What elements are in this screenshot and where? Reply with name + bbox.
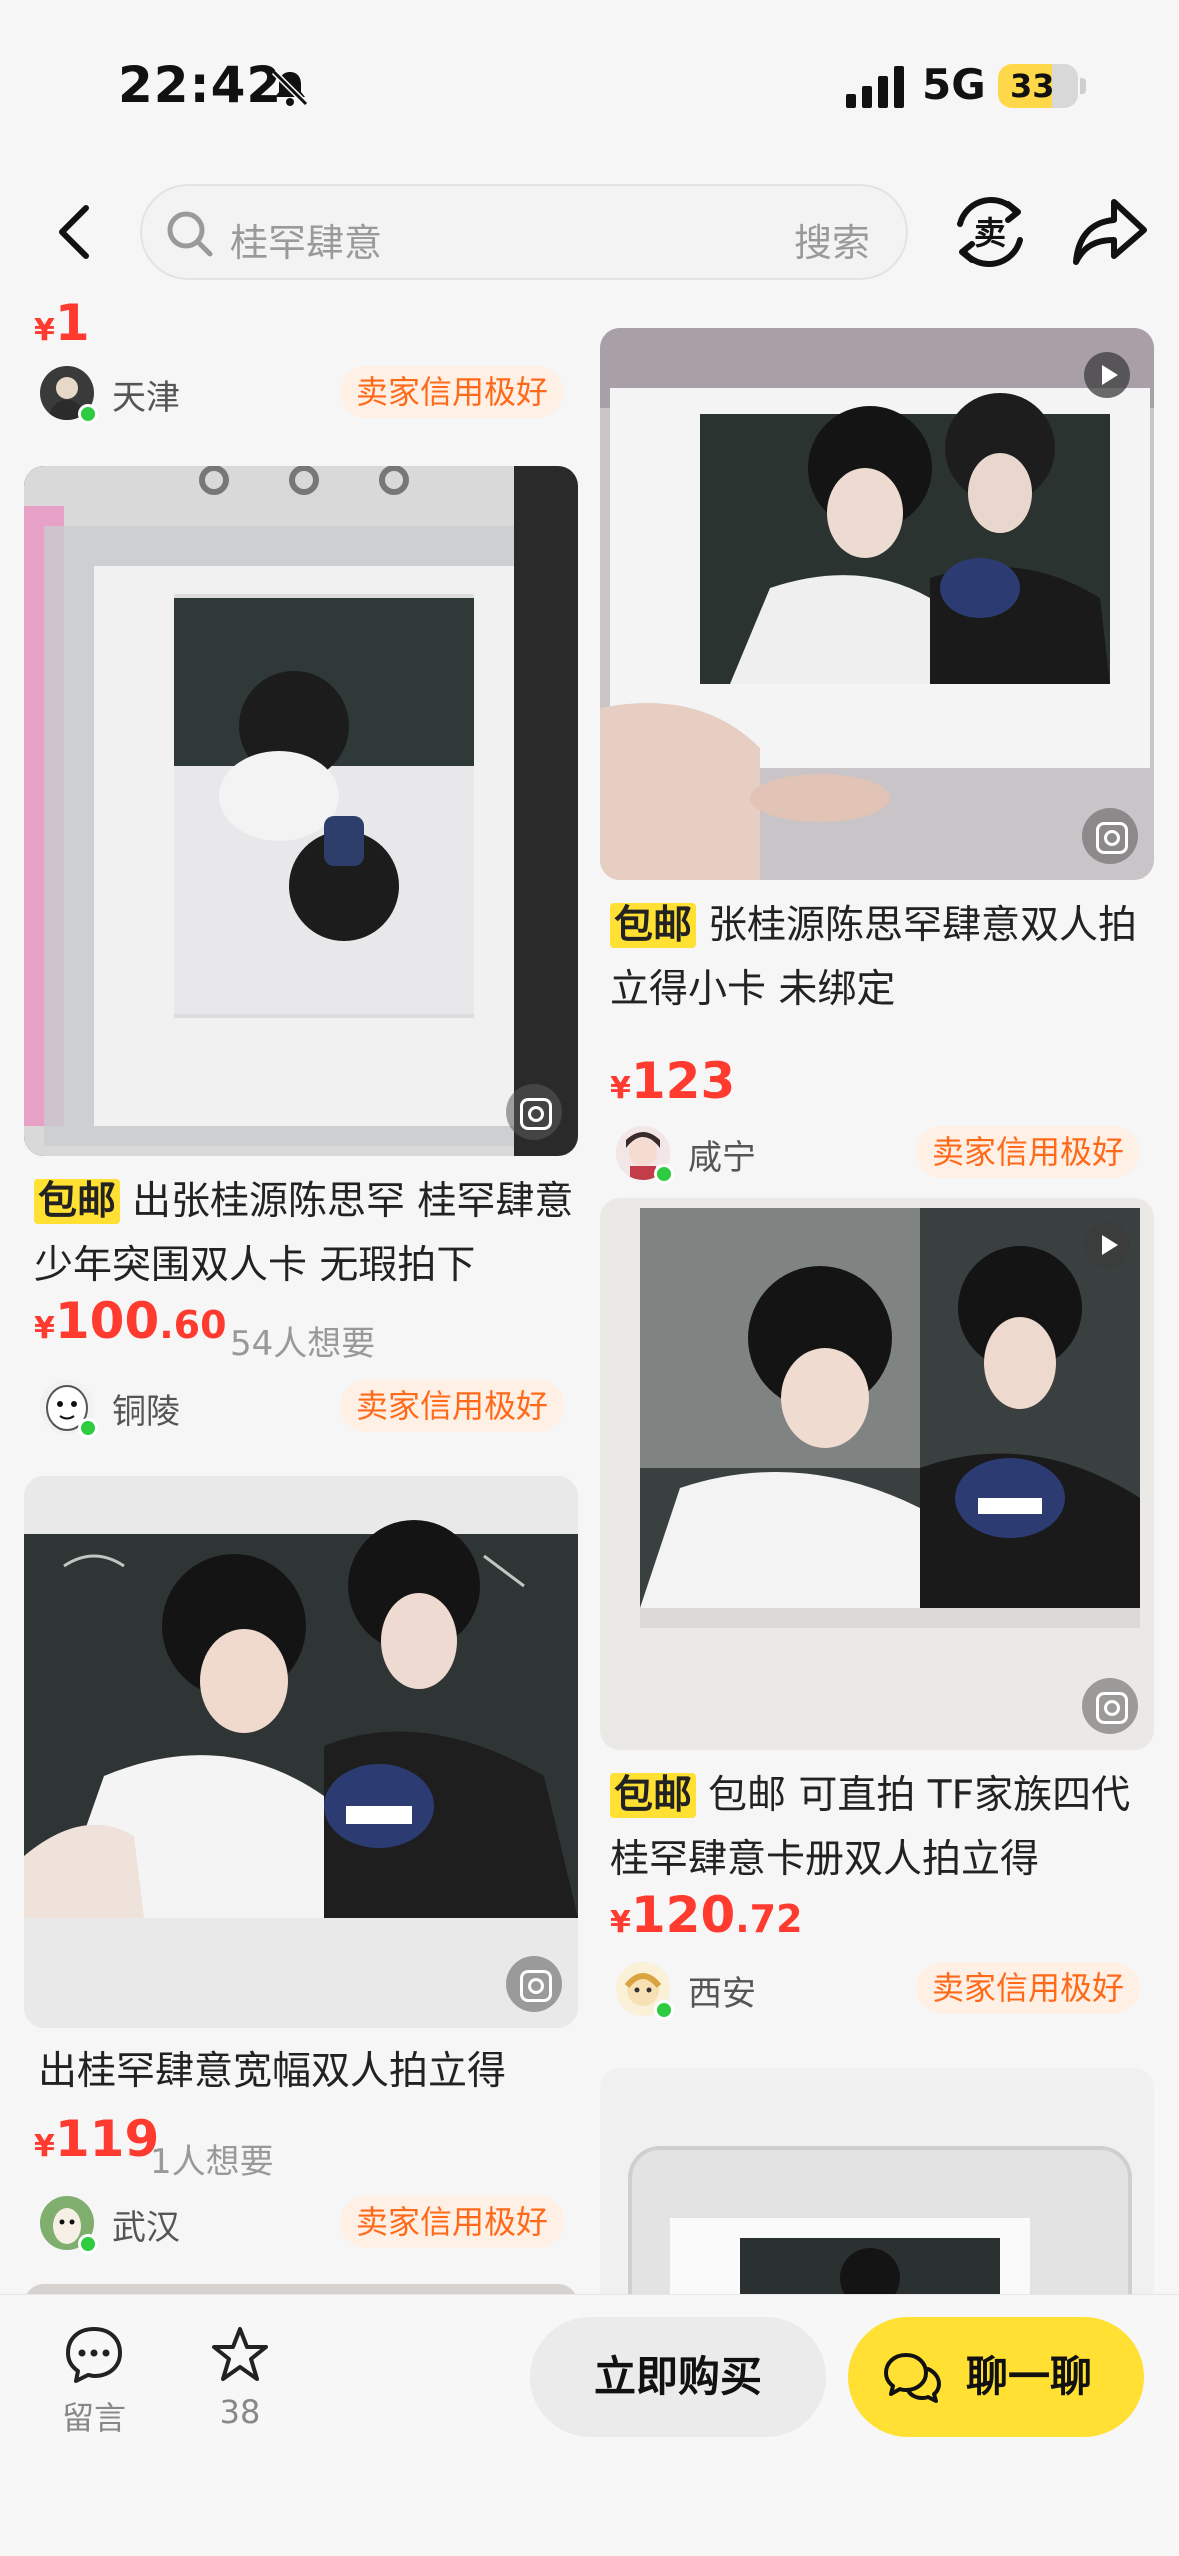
product-card[interactable] — [600, 2068, 1154, 2294]
image-search-icon[interactable] — [506, 1084, 562, 1140]
image-search-icon[interactable] — [1082, 808, 1138, 864]
free-shipping-tag: 包邮 — [34, 1179, 121, 1224]
status-bar: 22:42 5G 33 — [0, 0, 1179, 160]
search-placeholder: 桂罕肆意 — [230, 221, 383, 265]
online-dot — [78, 2234, 98, 2254]
online-dot — [78, 1418, 98, 1438]
product-price: ¥100.60 — [34, 1292, 227, 1350]
product-title: 包邮 出张桂源陈思罕 桂罕肆意少年突围双人卡 无瑕拍下 — [34, 1179, 574, 1288]
bottom-action-bar: 留言 38 立即购买 聊一聊 — [0, 2294, 1179, 2556]
product-title: 包邮 张桂源陈思罕肆意双人拍立得小卡 未绑定 — [610, 903, 1138, 1012]
product-price: ¥1 — [34, 300, 90, 352]
product-price: ¥119 — [34, 2110, 160, 2168]
online-dot — [654, 1164, 674, 1184]
battery-indicator: 33 — [998, 64, 1078, 108]
search-header: 桂罕肆意 搜索 卖 — [0, 160, 1179, 300]
video-play-icon[interactable] — [1084, 1222, 1130, 1268]
comment-label: 留言 — [61, 2399, 126, 2437]
product-image — [24, 1476, 578, 2028]
seller-info: 武汉 卖家信用极好 — [40, 2196, 564, 2256]
product-price: ¥123 — [610, 1052, 736, 1110]
status-time: 22:42 — [118, 56, 283, 114]
seller-info: 西安 卖家信用极好 — [616, 1962, 1140, 2022]
favorite-button[interactable]: 38 — [200, 2323, 280, 2431]
network-type: 5G — [922, 60, 986, 109]
bell-slash-icon — [271, 69, 309, 107]
search-button[interactable]: 搜索 — [794, 212, 870, 267]
product-card[interactable]: 包邮 包邮 可直拍 TF家族四代桂罕肆意卡册双人拍立得 ¥120.72 西安 卖家… — [600, 1198, 1154, 2020]
seller-info: 咸宁 卖家信用极好 — [616, 1126, 1140, 1186]
sell-icon[interactable]: 卖 — [948, 190, 1032, 274]
share-icon[interactable] — [1070, 194, 1150, 270]
seller-city: 天津 — [112, 378, 180, 418]
product-card[interactable]: 出桂罕肆意宽幅双人拍立得 ¥119 1人想要 武汉 卖家信用极好 — [24, 1476, 578, 2276]
seller-city: 咸宁 — [688, 1138, 756, 1178]
video-play-icon[interactable] — [1084, 352, 1130, 398]
seller-city: 西安 — [688, 1974, 756, 2014]
product-image — [600, 328, 1154, 880]
product-image — [600, 1198, 1154, 1750]
product-card[interactable]: 包邮 出张桂源陈思罕 桂罕肆意少年突围双人卡 无瑕拍下 ¥100.60 54人想要… — [24, 466, 578, 1466]
chat-label: 聊一聊 — [966, 2352, 1093, 2401]
star-icon — [212, 2327, 268, 2381]
product-feed: ¥1 天津 卖家信用极好 包邮 出张桂源陈思罕 桂罕肆意少年突围双人卡 无瑕拍下… — [0, 300, 1179, 2294]
comment-icon — [66, 2327, 122, 2383]
free-shipping-tag: 包邮 — [610, 903, 697, 948]
credit-badge: 卖家信用极好 — [339, 1380, 564, 1432]
comment-button[interactable]: 留言 — [54, 2323, 134, 2439]
buy-now-button[interactable]: 立即购买 — [530, 2317, 826, 2437]
product-title: 出桂罕肆意宽幅双人拍立得 — [38, 2049, 507, 2094]
svg-text:卖: 卖 — [974, 214, 1006, 252]
image-search-icon[interactable] — [1082, 1678, 1138, 1734]
favorite-count: 38 — [219, 2393, 261, 2431]
chat-bubbles-icon — [884, 2353, 941, 2403]
seller-city: 武汉 — [112, 2208, 180, 2248]
wants-count: 1人想要 — [150, 2142, 274, 2182]
credit-badge: 卖家信用极好 — [339, 366, 564, 418]
wants-count: 54人想要 — [230, 1324, 376, 1364]
product-title: 包邮 包邮 可直拍 TF家族四代桂罕肆意卡册双人拍立得 — [610, 1773, 1131, 1882]
seller-info: 天津 卖家信用极好 — [40, 366, 564, 426]
credit-badge: 卖家信用极好 — [339, 2196, 564, 2248]
credit-badge: 卖家信用极好 — [915, 1126, 1140, 1178]
signal-icon — [846, 66, 904, 108]
seller-city: 铜陵 — [112, 1392, 180, 1432]
image-search-icon[interactable] — [506, 1956, 562, 2012]
product-image — [600, 2068, 1154, 2294]
online-dot — [654, 2000, 674, 2020]
product-price: ¥120.72 — [610, 1886, 803, 1944]
search-input[interactable]: 桂罕肆意 搜索 — [140, 184, 908, 280]
battery-level: 33 — [1010, 67, 1055, 105]
credit-badge: 卖家信用极好 — [915, 1962, 1140, 2014]
back-chevron-icon[interactable] — [48, 200, 104, 264]
free-shipping-tag: 包邮 — [610, 1773, 697, 1818]
seller-info: 铜陵 卖家信用极好 — [40, 1380, 564, 1440]
product-card[interactable]: ¥1 天津 卖家信用极好 — [24, 300, 564, 440]
chat-button[interactable]: 聊一聊 — [848, 2317, 1144, 2437]
product-card[interactable]: 包邮 张桂源陈思罕肆意双人拍立得小卡 未绑定 ¥123 咸宁 卖家信用极好 — [600, 328, 1154, 1184]
search-icon — [167, 211, 213, 257]
online-dot — [78, 404, 98, 424]
product-image — [24, 466, 578, 1156]
product-image — [24, 2284, 578, 2294]
product-card[interactable] — [24, 2284, 578, 2294]
